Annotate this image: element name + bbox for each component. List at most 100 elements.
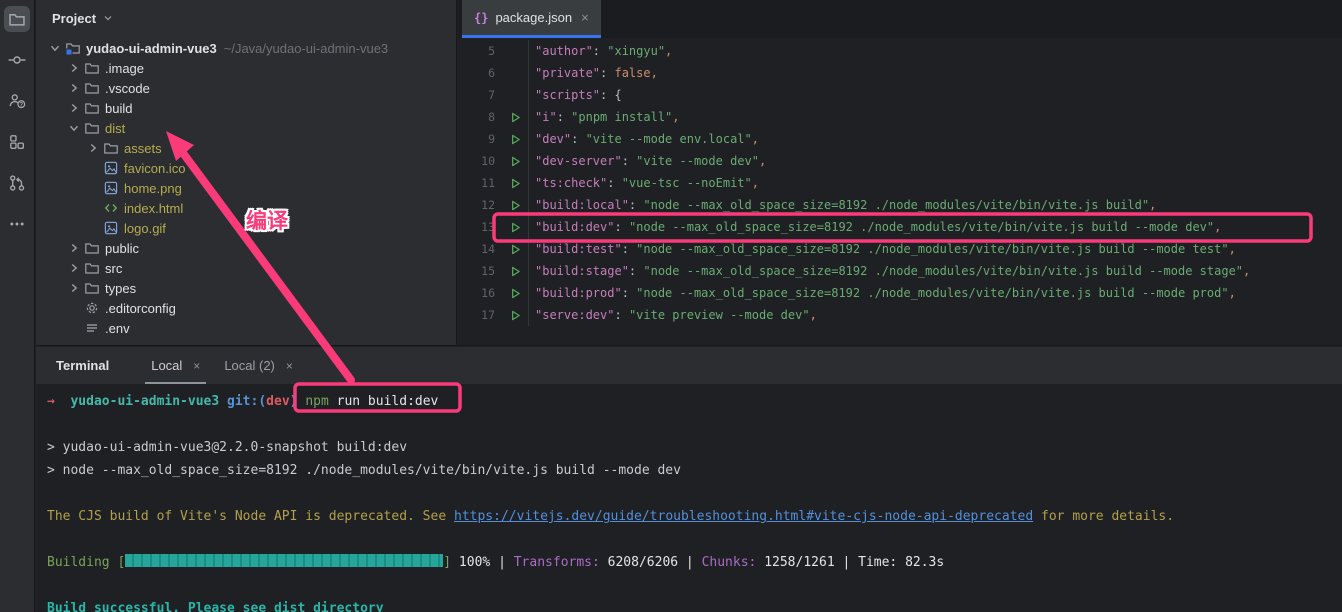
close-icon[interactable]: × <box>581 10 589 25</box>
tree-item-yudao-ui-admin-vue3[interactable]: yudao-ui-admin-vue3~/Java/yudao-ui-admin… <box>36 38 456 58</box>
tree-item-dist[interactable]: dist <box>36 118 456 138</box>
folder-file-icon <box>103 140 124 156</box>
chevron-right-icon[interactable] <box>86 140 103 156</box>
image-file-icon <box>103 220 124 236</box>
tree-item-index-html[interactable]: index.html <box>36 198 456 218</box>
run-script-icon[interactable] <box>502 155 528 168</box>
tree-item-label: .env <box>105 321 130 336</box>
tree-item-src[interactable]: src <box>36 258 456 278</box>
run-script-icon[interactable] <box>502 177 528 190</box>
line-number: 12 <box>458 198 502 212</box>
terminal-text: Build successful. Please see dist direct… <box>47 601 384 612</box>
chevron-spacer <box>67 320 84 336</box>
run-script-icon[interactable] <box>502 243 528 256</box>
terminal-tab-label: Local (2) <box>224 358 275 373</box>
chevron-down-icon[interactable] <box>67 120 84 136</box>
svg-text:?: ? <box>19 101 23 108</box>
terminal-line-4: > node --max_old_space_size=8192 ./node_… <box>47 459 1342 482</box>
tree-item-label: index.html <box>124 201 183 216</box>
code-text: "build:prod": "node --max_old_space_size… <box>528 282 1236 304</box>
code-line-13: 13"build:dev": "node --max_old_space_siz… <box>458 216 1342 238</box>
editor-tab-bar: {} package.json × <box>458 0 1342 38</box>
tree-item-label: .vscode <box>105 81 150 96</box>
code-text: "build:test": "node --max_old_space_size… <box>528 238 1236 260</box>
code-line-17: 17"serve:dev": "vite preview --mode dev"… <box>458 304 1342 326</box>
code-line-6: 6"private": false, <box>458 62 1342 84</box>
folder-file-icon <box>84 60 105 76</box>
code-text: "i": "pnpm install", <box>528 106 680 128</box>
terminal-line-10: Build successful. Please see dist direct… <box>47 597 1342 612</box>
terminal-text: 100% | <box>451 555 514 570</box>
tree-item-label: assets <box>124 141 162 156</box>
folder-file-icon <box>84 80 105 96</box>
chevron-down-icon <box>102 12 114 24</box>
chevron-down-icon[interactable] <box>48 40 65 56</box>
terminal-line-2 <box>47 413 1342 436</box>
terminal-line-3: > yudao-ui-admin-vue3@2.2.0-snapshot bui… <box>47 436 1342 459</box>
line-number: 10 <box>458 154 502 168</box>
terminal-tab-local[interactable]: Local × <box>139 347 212 384</box>
terminal-text: Building [ <box>47 555 125 570</box>
pull-requests-icon[interactable] <box>4 170 30 196</box>
code-text: "ts:check": "vue-tsc --noEmit", <box>528 172 759 194</box>
chevron-spacer <box>86 200 103 216</box>
close-icon[interactable]: × <box>193 359 200 373</box>
chevron-right-icon[interactable] <box>67 240 84 256</box>
chevron-spacer <box>86 160 103 176</box>
project-panel-header[interactable]: Project <box>36 0 456 36</box>
run-script-icon[interactable] <box>502 221 528 234</box>
tree-item-label: dist <box>105 121 125 136</box>
line-number: 6 <box>458 66 502 80</box>
run-script-icon[interactable] <box>502 199 528 212</box>
commit-icon[interactable] <box>4 47 30 73</box>
tree-item-build[interactable]: build <box>36 98 456 118</box>
chevron-right-icon[interactable] <box>67 80 84 96</box>
tree-item-label: public <box>105 241 139 256</box>
code-text: "build:stage": "node --max_old_space_siz… <box>528 260 1250 282</box>
tree-item--vscode[interactable]: .vscode <box>36 78 456 98</box>
tab-package-json[interactable]: {} package.json × <box>462 0 601 38</box>
line-number: 14 <box>458 242 502 256</box>
tree-item-favicon-ico[interactable]: favicon.ico <box>36 158 456 178</box>
code-line-12: 12"build:local": "node --max_old_space_s… <box>458 194 1342 216</box>
tree-item-home-png[interactable]: home.png <box>36 178 456 198</box>
tree-item--env[interactable]: .env <box>36 318 456 338</box>
more-icon[interactable] <box>4 211 30 237</box>
code-text: "author": "xingyu", <box>528 40 672 62</box>
run-script-icon[interactable] <box>502 265 528 278</box>
terminal-text: Chunks: <box>702 555 757 570</box>
run-script-icon[interactable] <box>502 287 528 300</box>
tree-item--editorconfig[interactable]: .editorconfig <box>36 298 456 318</box>
close-icon[interactable]: × <box>286 359 293 373</box>
chevron-right-icon[interactable] <box>67 280 84 296</box>
run-script-icon[interactable] <box>502 111 528 124</box>
tree-item-label: favicon.ico <box>124 161 185 176</box>
tree-item--image[interactable]: .image <box>36 58 456 78</box>
code-line-8: 8 "i": "pnpm install", <box>458 106 1342 128</box>
run-script-icon[interactable] <box>502 309 528 322</box>
terminal-line-6: The CJS build of Vite's Node API is depr… <box>47 505 1342 528</box>
chevron-right-icon[interactable] <box>67 100 84 116</box>
tree-item-assets[interactable]: assets <box>36 138 456 158</box>
chevron-right-icon[interactable] <box>67 260 84 276</box>
tree-item-public[interactable]: public <box>36 238 456 258</box>
terminal-tab-label: Local <box>151 358 182 373</box>
run-script-icon[interactable] <box>502 133 528 146</box>
tree-item-types[interactable]: types <box>36 278 456 298</box>
terminal-title: Terminal <box>56 347 109 384</box>
tool-window-stripe: ? <box>0 0 35 612</box>
project-folder-icon[interactable] <box>4 6 30 32</box>
structure-icon[interactable] <box>4 129 30 155</box>
chevron-right-icon[interactable] <box>67 60 84 76</box>
line-number: 5 <box>458 44 502 58</box>
terminal-tab-local-2-[interactable]: Local (2) × <box>212 347 305 384</box>
code-text: "serve:dev": "vite preview --mode dev", <box>528 304 817 326</box>
learn-icon[interactable]: ? <box>4 88 30 114</box>
terminal-panel: Terminal Local×Local (2)× → yudao-ui-adm… <box>36 347 1342 612</box>
troubleshooting-link[interactable]: https://vitejs.dev/guide/troubleshooting… <box>454 509 1033 524</box>
line-number: 8 <box>458 110 502 124</box>
tree-item-logo-gif[interactable]: logo.gif <box>36 218 456 238</box>
code-editor[interactable]: 5"author": "xingyu",6"private": false,7"… <box>458 38 1342 345</box>
image-file-icon <box>103 160 124 176</box>
tree-item-label: home.png <box>124 181 182 196</box>
